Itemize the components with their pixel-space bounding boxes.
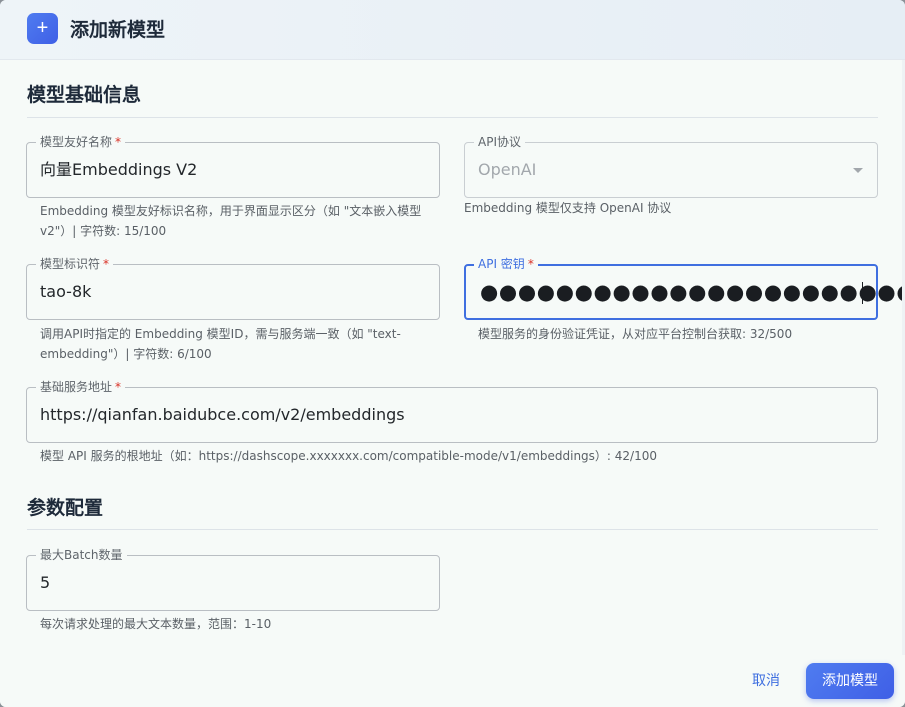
- friendly-name-field[interactable]: 模型友好名称 * 向量Embeddings V2: [26, 134, 440, 198]
- chevron-down-icon: [853, 168, 863, 173]
- section-divider: [27, 117, 878, 118]
- api-key-label: API 密钥 *: [474, 256, 538, 272]
- friendly-name-label: 模型友好名称 *: [36, 134, 126, 150]
- api-protocol-value: OpenAI: [478, 160, 537, 179]
- friendly-name-helper: Embedding 模型友好标识名称，用于界面显示区分（如 "文本嵌入模型 v2…: [40, 201, 421, 241]
- api-key-helper: 模型服务的身份验证凭证，从对应平台控制台获取: 32/500: [478, 327, 793, 341]
- model-id-input[interactable]: tao-8k: [40, 282, 91, 302]
- api-protocol-select[interactable]: API协议 OpenAI: [464, 134, 878, 198]
- text-caret: [862, 282, 863, 304]
- api-protocol-label: API协议: [474, 134, 525, 150]
- required-marker: *: [527, 257, 534, 271]
- add-model-button[interactable]: 添加模型: [806, 663, 894, 699]
- friendly-name-helper-line2: v2"）| 字符数: 15/100: [40, 224, 167, 238]
- model-id-helper-line2: embedding"）| 字符数: 6/100: [40, 347, 212, 361]
- model-id-label: 模型标识符 *: [36, 256, 114, 272]
- base-url-input[interactable]: https://qianfan.baidubce.com/v2/embeddin…: [40, 405, 405, 425]
- dialog-footer: 取消 添加模型: [0, 655, 905, 707]
- required-marker: *: [115, 135, 122, 149]
- model-id-helper-line1: 调用API时指定的 Embedding 模型ID，需与服务端一致（如 "text…: [40, 327, 401, 341]
- dialog-title: 添加新模型: [70, 19, 166, 41]
- required-marker: *: [103, 257, 110, 271]
- max-batch-input[interactable]: 5: [40, 573, 50, 593]
- model-id-helper: 调用API时指定的 Embedding 模型ID，需与服务端一致（如 "text…: [40, 324, 401, 364]
- section-title-params: 参数配置: [27, 497, 104, 519]
- cancel-button[interactable]: 取消: [742, 665, 790, 697]
- max-batch-helper: 每次请求处理的最大文本数量，范围：1-10: [40, 617, 272, 631]
- required-marker: *: [115, 380, 122, 394]
- base-url-label: 基础服务地址 *: [36, 379, 126, 395]
- section-title-basic-info: 模型基础信息: [27, 84, 142, 106]
- friendly-name-helper-line1: Embedding 模型友好标识名称，用于界面显示区分（如 "文本嵌入模型: [40, 204, 422, 218]
- api-key-field[interactable]: API 密钥* ●●●●●●●●●●●●●●●●●●●●●●●●●●: [464, 256, 905, 320]
- api-protocol-helper: Embedding 模型仅支持 OpenAI 协议: [464, 201, 672, 215]
- max-batch-label: 最大Batch数量: [36, 547, 127, 563]
- max-batch-field[interactable]: 最大Batch数量 5: [26, 547, 440, 611]
- friendly-name-input[interactable]: 向量Embeddings V2: [40, 160, 197, 180]
- dialog-header: + 添加新模型: [0, 0, 905, 60]
- add-model-dialog: + 添加新模型 模型基础信息 模型友好名称 * 向量Embeddings V2 E…: [0, 0, 905, 707]
- model-id-field[interactable]: 模型标识符 * tao-8k: [26, 256, 440, 320]
- base-url-field[interactable]: 基础服务地址 * https://qianfan.baidubce.com/v2/…: [26, 379, 878, 443]
- plus-icon: +: [27, 13, 58, 44]
- section-divider: [27, 529, 878, 530]
- base-url-helper: 模型 API 服务的根地址（如：https://dashscope.xxxxxx…: [40, 449, 658, 463]
- api-key-input[interactable]: ●●●●●●●●●●●●●●●●●●●●●●●●●●: [480, 279, 905, 305]
